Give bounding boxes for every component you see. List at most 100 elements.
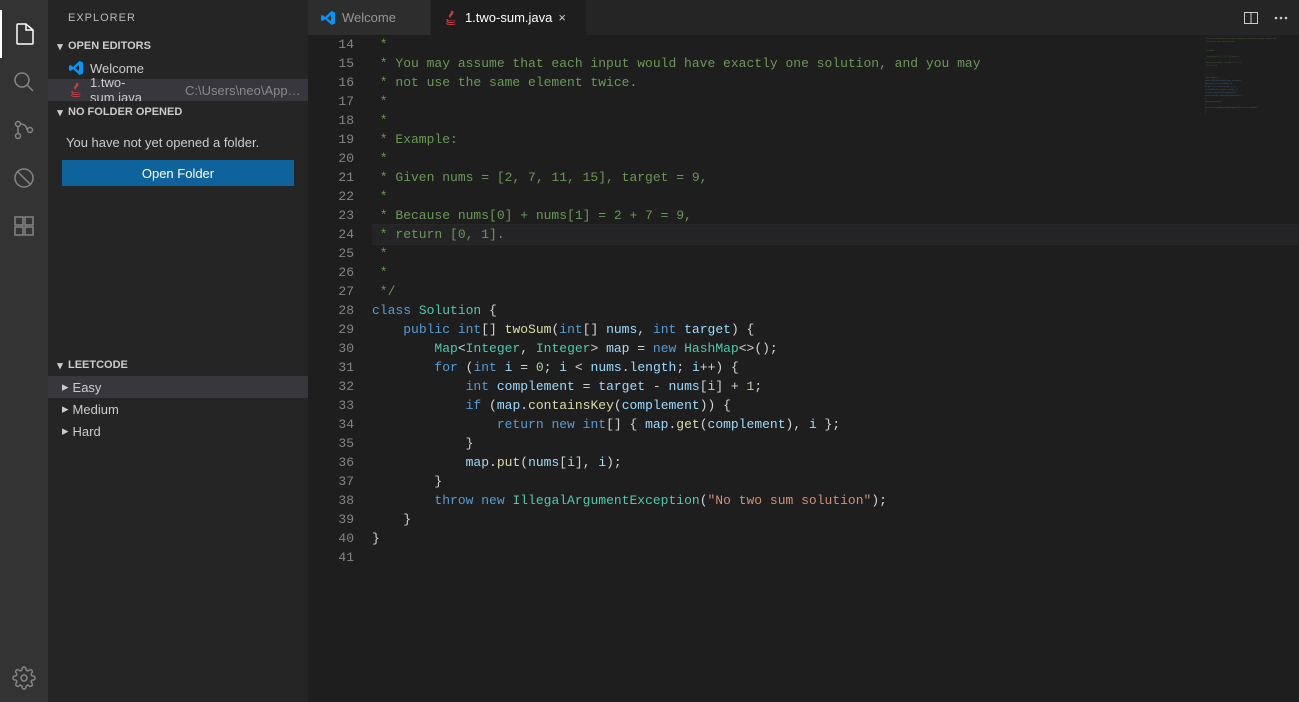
code-line[interactable]: * return [0, 1]. (372, 225, 1299, 244)
code-line[interactable]: if (map.containsKey(complement)) { (372, 396, 1299, 415)
leetcode-tree-item[interactable]: ▸ Hard (48, 420, 308, 442)
line-number: 15 (308, 54, 354, 73)
activity-scm-icon[interactable] (0, 106, 48, 154)
code-line[interactable]: * (372, 244, 1299, 263)
vscode-icon (68, 60, 84, 76)
code-line[interactable]: map.put(nums[i], i); (372, 453, 1299, 472)
leetcode-tree-item[interactable]: ▸ Easy (48, 376, 308, 398)
code-content[interactable]: * * You may assume that each input would… (372, 35, 1299, 702)
line-number: 41 (308, 548, 354, 567)
editor-tab[interactable]: Welcome× (308, 0, 431, 35)
section-leetcode[interactable]: ▾ LEETCODE (48, 354, 308, 376)
code-line[interactable]: class Solution { (372, 301, 1299, 320)
open-editor-item[interactable]: Welcome (48, 57, 308, 79)
tab-label: 1.two-sum.java (465, 10, 552, 25)
code-line[interactable]: * (372, 149, 1299, 168)
code-line[interactable]: * Given nums = [2, 7, 11, 15], target = … (372, 168, 1299, 187)
code-line[interactable]: * (372, 263, 1299, 282)
section-open-editors-label: OPEN EDITORS (68, 40, 151, 52)
line-number-gutter: 1415161718192021222324252627282930313233… (308, 35, 372, 702)
section-open-editors[interactable]: ▾ OPEN EDITORS (48, 35, 308, 57)
code-line[interactable]: * Example: (372, 130, 1299, 149)
line-number: 30 (308, 339, 354, 358)
vscode-icon (320, 10, 336, 26)
more-actions-icon[interactable] (1273, 10, 1289, 26)
code-line[interactable]: } (372, 472, 1299, 491)
sidebar: EXPLORER ▾ OPEN EDITORS Welcome 1.two-sum… (48, 0, 308, 702)
code-line[interactable]: * (372, 111, 1299, 130)
code-line[interactable]: * Because nums[0] + nums[1] = 2 + 7 = 9, (372, 206, 1299, 225)
line-number: 19 (308, 130, 354, 149)
activity-explorer-icon[interactable] (0, 10, 48, 58)
leetcode-tree-item[interactable]: ▸Medium (48, 398, 308, 420)
line-number: 34 (308, 415, 354, 434)
line-number: 27 (308, 282, 354, 301)
editor-tab[interactable]: 1.two-sum.java × (431, 0, 587, 35)
line-number: 35 (308, 434, 354, 453)
no-folder-message: You have not yet opened a folder. (48, 123, 308, 160)
sidebar-title: EXPLORER (48, 0, 308, 35)
code-line[interactable]: } (372, 510, 1299, 529)
activity-extensions-icon[interactable] (0, 202, 48, 250)
code-line[interactable]: * (372, 187, 1299, 206)
code-line[interactable]: * (372, 92, 1299, 111)
java-icon (68, 82, 84, 98)
section-no-folder[interactable]: ▾ NO FOLDER OPENED (48, 101, 308, 123)
line-number: 24 (308, 225, 354, 244)
code-line[interactable]: } (372, 434, 1299, 453)
line-number: 39 (308, 510, 354, 529)
open-editor-label: Welcome (90, 61, 144, 76)
section-no-folder-label: NO FOLDER OPENED (68, 106, 182, 118)
chevron-down-icon: ▾ (52, 40, 68, 53)
line-number: 37 (308, 472, 354, 491)
line-number: 31 (308, 358, 354, 377)
editor-group: Welcome×1.two-sum.java× 1415161718192021… (308, 0, 1299, 702)
code-line[interactable] (372, 548, 1299, 567)
line-number: 23 (308, 206, 354, 225)
vertical-scrollbar[interactable] (1285, 35, 1299, 702)
open-folder-button[interactable]: Open Folder (62, 160, 294, 186)
code-line[interactable]: * (372, 35, 1299, 54)
line-number: 40 (308, 529, 354, 548)
section-leetcode-label: LEETCODE (68, 359, 128, 371)
activity-debug-icon[interactable] (0, 154, 48, 202)
line-number: 14 (308, 35, 354, 54)
code-line[interactable]: for (int i = 0; i < nums.length; i++) { (372, 358, 1299, 377)
code-line[interactable]: return new int[] { map.get(complement), … (372, 415, 1299, 434)
line-number: 32 (308, 377, 354, 396)
tab-bar: Welcome× 1.two-sum.java × (308, 0, 1299, 35)
line-number: 33 (308, 396, 354, 415)
code-line[interactable]: Map<Integer, Integer> map = new HashMap<… (372, 339, 1299, 358)
line-number: 26 (308, 263, 354, 282)
code-line[interactable]: throw new IllegalArgumentException("No t… (372, 491, 1299, 510)
chevron-down-icon: ▾ (52, 106, 68, 119)
chevron-right-icon: ▸ (62, 379, 69, 395)
activity-settings-icon[interactable] (0, 654, 48, 702)
line-number: 16 (308, 73, 354, 92)
tree-item-label: Easy (73, 380, 102, 395)
code-line[interactable]: public int[] twoSum(int[] nums, int targ… (372, 320, 1299, 339)
code-line[interactable]: int complement = target - nums[i] + 1; (372, 377, 1299, 396)
line-number: 20 (308, 149, 354, 168)
tree-item-label: Medium (73, 402, 119, 417)
code-line[interactable]: * You may assume that each input would h… (372, 54, 1299, 73)
code-editor[interactable]: 1415161718192021222324252627282930313233… (308, 35, 1299, 702)
split-editor-icon[interactable] (1243, 10, 1259, 26)
line-number: 22 (308, 187, 354, 206)
activity-search-icon[interactable] (0, 58, 48, 106)
code-line[interactable]: */ (372, 282, 1299, 301)
tab-label: Welcome (342, 10, 396, 25)
chevron-right-icon: ▸ (62, 423, 69, 439)
open-editor-path: C:\Users\neo\AppDa.. (185, 83, 308, 98)
chevron-down-icon: ▾ (52, 359, 68, 372)
line-number: 21 (308, 168, 354, 187)
line-number: 18 (308, 111, 354, 130)
code-line[interactable]: * not use the same element twice. (372, 73, 1299, 92)
line-number: 36 (308, 453, 354, 472)
line-number: 38 (308, 491, 354, 510)
code-line[interactable]: } (372, 529, 1299, 548)
close-icon[interactable]: × (558, 10, 574, 25)
tree-item-label: Hard (73, 424, 101, 439)
java-icon (443, 10, 459, 26)
open-editor-item[interactable]: 1.two-sum.javaC:\Users\neo\AppDa.. (48, 79, 308, 101)
